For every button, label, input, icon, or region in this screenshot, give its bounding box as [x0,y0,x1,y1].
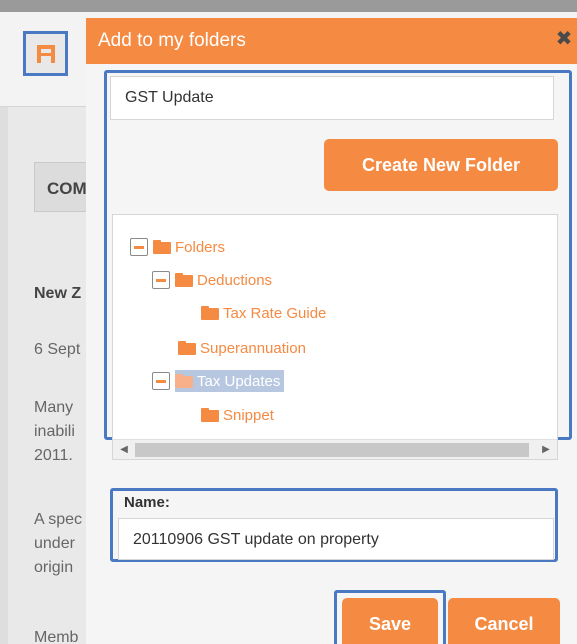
article-title: New Z [34,285,82,302]
article-text-line: Many [34,399,74,416]
cancel-button[interactable]: Cancel [448,598,560,644]
article-date: 6 Sept [34,341,81,358]
close-icon[interactable]: ✖ [555,29,573,51]
folder-icon [175,273,193,287]
top-bar [0,0,577,12]
scroll-right-icon[interactable]: ▶ [541,444,551,456]
create-new-folder-button[interactable]: Create New Folder [324,139,558,191]
article-text-line: Memb [34,629,79,644]
tree-item-snippet[interactable]: Snippet [201,404,274,426]
folder-icon [175,374,193,388]
article-text-line: inabili [34,423,75,440]
folder-icon [178,341,196,355]
selected-folder[interactable]: Tax Updates [175,370,285,392]
new-folder-name-input[interactable]: GST Update [110,76,554,120]
item-name-input[interactable]: 20110906 GST update on property [118,518,554,560]
name-label: Name: [124,494,170,511]
tree-item-label: Deductions [197,271,273,289]
collapse-toggle[interactable] [152,372,170,390]
article-text-line: A spec [34,511,83,528]
dialog-title: Add to my folders [98,30,246,51]
tree-item-tax-rate-guide[interactable]: Tax Rate Guide [201,302,326,324]
scroll-left-icon[interactable]: ◀ [119,444,129,456]
article-text-line: 2011. [34,447,73,464]
tree-item-folders[interactable]: Folders [130,236,225,258]
article-text-line: origin [34,559,74,576]
folder-icon [153,240,171,254]
tree-item-label: Folders [175,238,226,256]
tree-item-label: Tax Rate Guide [223,304,327,322]
tree-item-deductions[interactable]: Deductions [152,269,272,291]
save-button[interactable]: Save [342,598,438,644]
logo-icon[interactable] [23,31,68,76]
left-strip [0,107,8,644]
tree-item-label: Tax Updates [197,372,281,390]
folder-icon [201,408,219,422]
folder-tree: Folders Deductions Tax Rate Guide Supera… [112,214,558,460]
collapse-toggle[interactable] [152,271,170,289]
scrollbar-thumb[interactable] [135,443,529,457]
folder-icon [201,306,219,320]
tree-item-tax-updates[interactable]: Tax Updates [152,370,285,392]
dialog-header: Add to my folders [86,18,577,64]
tree-item-label: Superannuation [200,339,306,357]
article-text-line: under [34,535,75,552]
tree-item-superannuation[interactable]: Superannuation [178,337,306,359]
tree-item-label: Snippet [223,406,274,424]
horizontal-scrollbar[interactable]: ◀ ▶ [113,439,557,459]
add-to-folders-dialog: Add to my folders ✖ GST Update Create Ne… [86,18,577,644]
collapse-toggle[interactable] [130,238,148,256]
